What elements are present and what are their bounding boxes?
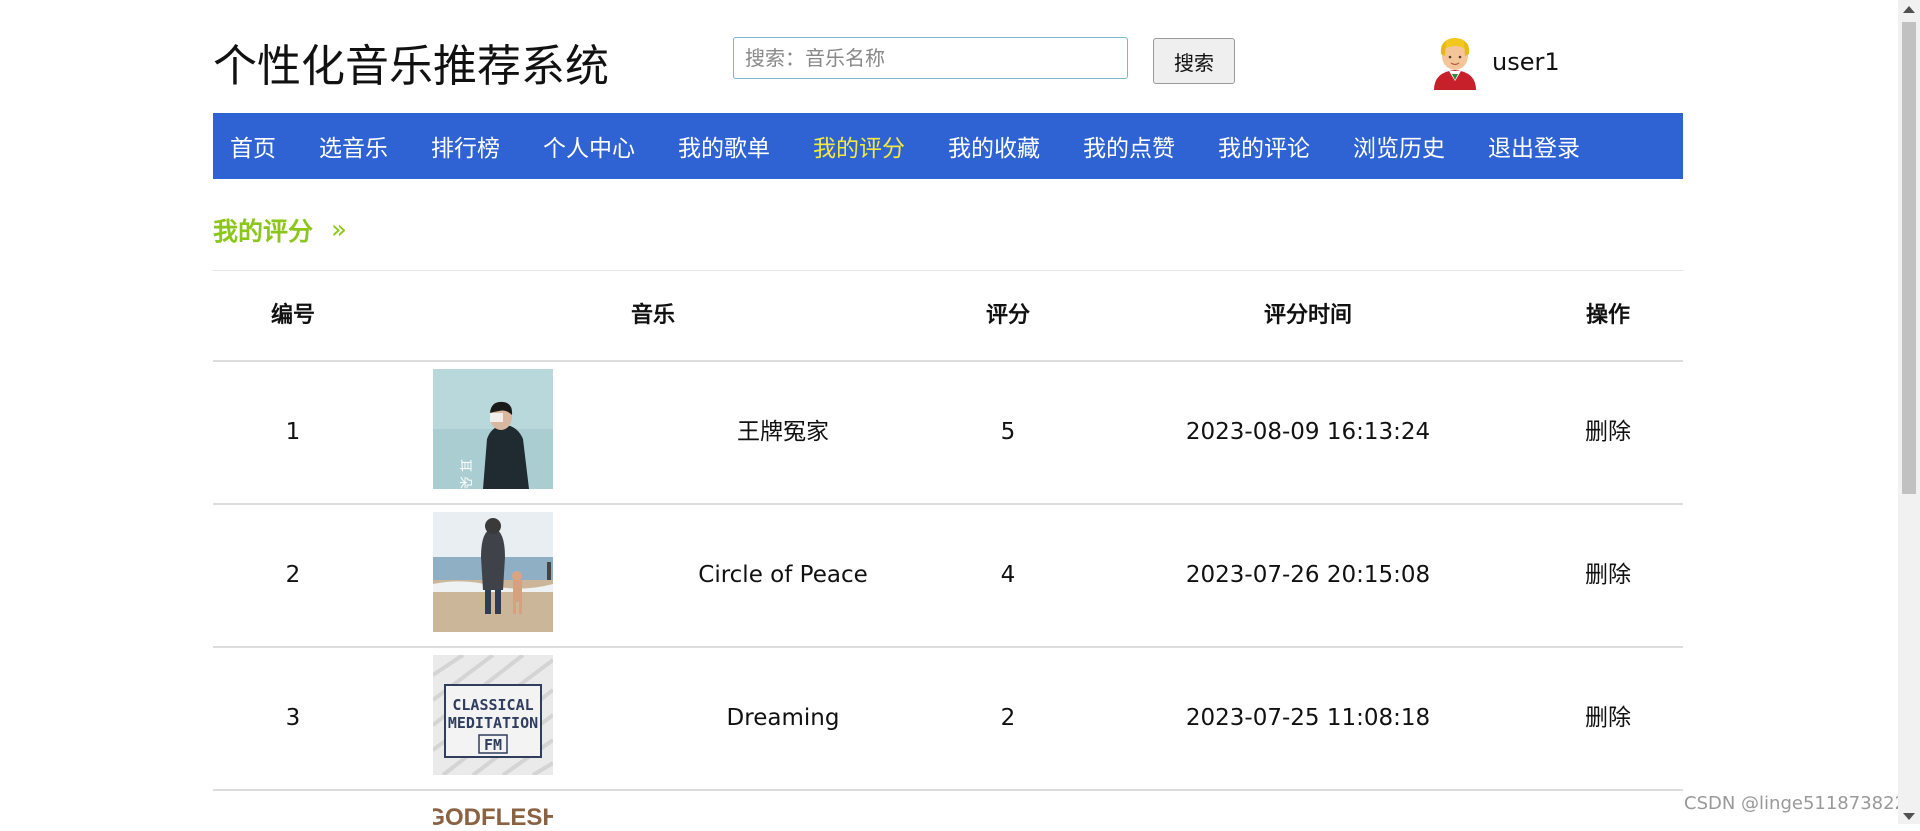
nav-browse-history[interactable]: 浏览历史 xyxy=(1353,129,1445,163)
section-title: 我的评分 xyxy=(213,217,314,246)
delete-button[interactable]: 删除 xyxy=(1585,562,1631,588)
table-row: 3 CLASSICAL MEDITATION FM Dreaming 2 202… xyxy=(213,648,1683,791)
vertical-scrollbar[interactable] xyxy=(1898,0,1920,824)
row-id: 1 xyxy=(285,419,301,445)
user-info: user1 xyxy=(1430,34,1560,90)
cover-text: 耳 朵 xyxy=(457,459,472,489)
nav-choose-music[interactable]: 选音乐 xyxy=(319,129,388,163)
delete-button[interactable]: 删除 xyxy=(1585,705,1631,731)
row-id: 3 xyxy=(285,705,301,731)
nav-my-likes[interactable]: 我的点赞 xyxy=(1083,129,1175,163)
scroll-thumb[interactable] xyxy=(1902,22,1916,494)
delete-button[interactable]: 删除 xyxy=(1585,419,1631,445)
album-cover[interactable]: 耳 朵 xyxy=(433,369,553,489)
site-title: 个性化音乐推荐系统 xyxy=(213,41,609,92)
header-music: 音乐 xyxy=(630,303,675,328)
album-cover[interactable]: GODFLESH xyxy=(426,799,560,831)
row-time: 2023-07-26 20:15:08 xyxy=(1185,562,1431,588)
nav-home[interactable]: 首页 xyxy=(230,129,276,163)
row-id: 2 xyxy=(285,562,301,588)
username: user1 xyxy=(1492,48,1560,76)
table-header: 编号 音乐 评分 评分时间 操作 xyxy=(213,271,1683,362)
search-button[interactable]: 搜索 xyxy=(1153,38,1235,84)
row-score: 5 xyxy=(1000,419,1016,445)
cover-text: GODFLESH xyxy=(433,804,553,831)
double-chevron-right-icon: » xyxy=(331,215,347,245)
nav-my-playlist[interactable]: 我的歌单 xyxy=(678,129,770,163)
header-id: 编号 xyxy=(270,303,315,328)
ratings-table: 编号 音乐 评分 评分时间 操作 1 耳 朵 王牌冤家 5 2023-08-09… xyxy=(213,271,1683,831)
album-cover[interactable] xyxy=(433,512,553,632)
row-score: 4 xyxy=(1000,562,1016,588)
row-score: 2 xyxy=(1000,705,1016,731)
nav-personal-center[interactable]: 个人中心 xyxy=(543,129,635,163)
table-row: 2 Circle of Peace 4 2023-07-26 20:15:08 … xyxy=(213,505,1683,648)
header-score: 评分 xyxy=(985,303,1030,328)
nav-my-favorites[interactable]: 我的收藏 xyxy=(948,129,1040,163)
search-bar: 搜索 xyxy=(733,37,1235,84)
nav-my-comments[interactable]: 我的评论 xyxy=(1218,129,1310,163)
cover-text: CLASSICAL xyxy=(452,696,533,714)
nav-logout[interactable]: 退出登录 xyxy=(1488,129,1580,163)
header-time: 评分时间 xyxy=(1263,303,1352,328)
song-name[interactable]: Dreaming xyxy=(683,648,883,789)
scroll-up-arrow-icon[interactable] xyxy=(1903,6,1915,13)
song-name[interactable]: 王牌冤家 xyxy=(683,362,883,503)
scroll-down-arrow-icon[interactable] xyxy=(1903,813,1915,820)
nav-ranking[interactable]: 排行榜 xyxy=(431,129,500,163)
section-heading: 我的评分 » xyxy=(213,212,347,248)
table-row: GODFLESH xyxy=(213,791,1683,831)
row-time: 2023-08-09 16:13:24 xyxy=(1185,419,1431,445)
table-row: 1 耳 朵 王牌冤家 5 2023-08-09 16:13:24 删除 xyxy=(213,362,1683,505)
main-nav: 首页 选音乐 排行榜 个人中心 我的歌单 我的评分 我的收藏 我的点赞 我的评论… xyxy=(213,113,1683,179)
nav-my-ratings[interactable]: 我的评分 xyxy=(813,129,905,163)
album-cover[interactable]: CLASSICAL MEDITATION FM xyxy=(433,655,553,775)
search-input[interactable] xyxy=(733,37,1128,79)
user-avatar-icon xyxy=(1434,38,1476,90)
row-time: 2023-07-25 11:08:18 xyxy=(1185,705,1431,731)
watermark: CSDN @linge511873822 xyxy=(1684,793,1907,814)
header-op: 操作 xyxy=(1585,303,1630,328)
song-name[interactable]: Circle of Peace xyxy=(683,505,883,646)
cover-text: FM xyxy=(484,736,502,754)
cover-text: MEDITATION xyxy=(448,714,538,732)
